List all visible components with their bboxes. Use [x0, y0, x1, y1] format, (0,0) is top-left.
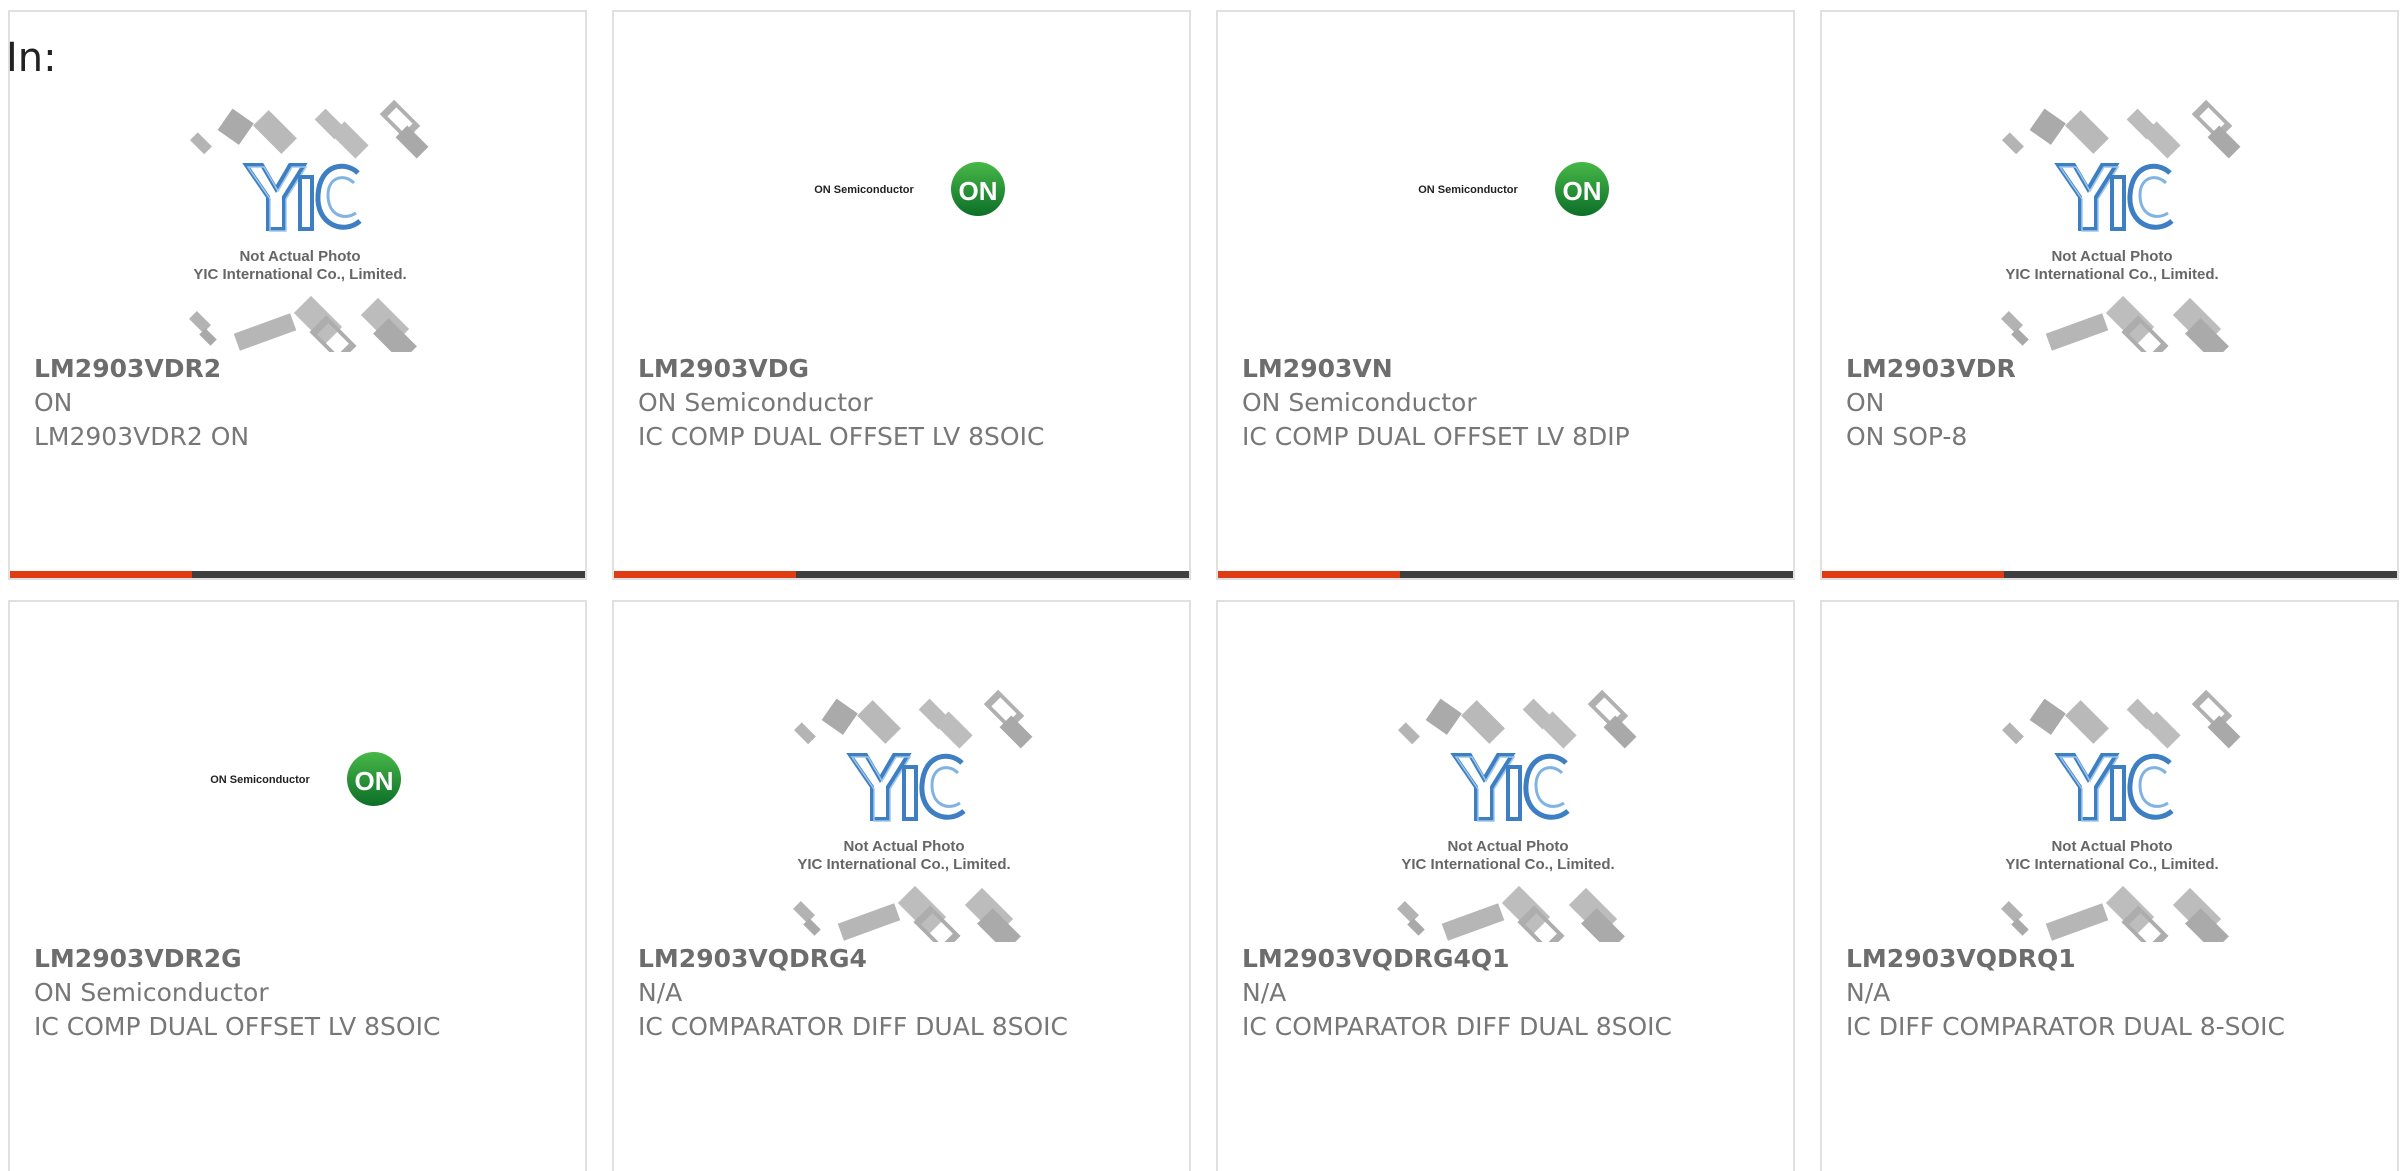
photo-caption: YIC International Co., Limited. [1401, 856, 1614, 873]
on-semiconductor-logo: ON Semiconductor ON [10, 602, 585, 942]
product-card[interactable]: ON Semiconductor ON LM2903VDG ON Semicon… [612, 10, 1191, 580]
yic-photo-placeholder: Not Actual Photo YIC International Co., … [10, 12, 585, 352]
on-badge: ON [959, 176, 998, 206]
on-semiconductor-logo: ON Semiconductor ON [614, 12, 1189, 352]
photo-caption: Not Actual Photo [1447, 838, 1568, 855]
description: IC COMP DUAL OFFSET LV 8SOIC [638, 422, 1045, 451]
description: IC DIFF COMPARATOR DUAL 8-SOIC [1846, 1012, 2286, 1041]
photo-caption: Not Actual Photo [843, 838, 964, 855]
product-card[interactable]: Not Actual Photo YIC International Co., … [1820, 10, 2399, 580]
manufacturer: ON Semiconductor [1242, 388, 1477, 417]
card-accent-bar [1218, 571, 1793, 578]
part-number[interactable]: LM2903VDR2 [34, 352, 561, 386]
manufacturer: ON [1846, 388, 1885, 417]
yic-photo-placeholder: Not Actual Photo YIC International Co., … [1822, 602, 2397, 942]
manufacturer: ON [34, 388, 73, 417]
logo-text: ON Semiconductor [210, 774, 310, 786]
on-badge: ON [1563, 176, 1602, 206]
part-number[interactable]: LM2903VQDRG4Q1 [1242, 942, 1769, 976]
photo-caption: YIC International Co., Limited. [2005, 856, 2218, 873]
yic-photo-placeholder: Not Actual Photo YIC International Co., … [1822, 12, 2397, 352]
part-number[interactable]: LM2903VDR [1846, 352, 2373, 386]
logo-text: ON Semiconductor [1418, 184, 1518, 196]
on-semiconductor-logo: ON Semiconductor ON [1218, 12, 1793, 352]
manufacturer: N/A [638, 978, 683, 1007]
part-number[interactable]: LM2903VDG [638, 352, 1165, 386]
photo-caption: YIC International Co., Limited. [193, 266, 406, 283]
card-accent-bar [10, 571, 585, 578]
part-number[interactable]: LM2903VN [1242, 352, 1769, 386]
manufacturer: ON Semiconductor [34, 978, 269, 1007]
manufacturer: N/A [1846, 978, 1891, 1007]
photo-caption: Not Actual Photo [2051, 248, 2172, 265]
photo-caption: Not Actual Photo [2051, 838, 2172, 855]
description: ON SOP-8 [1846, 422, 1968, 451]
description: IC COMP DUAL OFFSET LV 8SOIC [34, 1012, 441, 1041]
part-number[interactable]: LM2903VQDRQ1 [1846, 942, 2373, 976]
part-number[interactable]: LM2903VQDRG4 [638, 942, 1165, 976]
description: IC COMPARATOR DIFF DUAL 8SOIC [1242, 1012, 1672, 1041]
part-number[interactable]: LM2903VDR2G [34, 942, 561, 976]
product-card[interactable]: Not Actual Photo YIC International Co., … [1216, 600, 1795, 1171]
photo-caption: YIC International Co., Limited. [797, 856, 1010, 873]
card-accent-bar [614, 571, 1189, 578]
product-card[interactable]: Not Actual Photo YIC International Co., … [8, 10, 587, 580]
card-accent-bar [1822, 571, 2397, 578]
manufacturer: ON Semiconductor [638, 388, 873, 417]
description: LM2903VDR2 ON [34, 422, 250, 451]
yic-photo-placeholder: Not Actual Photo YIC International Co., … [614, 602, 1189, 942]
product-card[interactable]: ON Semiconductor ON LM2903VN ON Semicond… [1216, 10, 1795, 580]
description: IC COMP DUAL OFFSET LV 8DIP [1242, 422, 1630, 451]
product-card[interactable]: Not Actual Photo YIC International Co., … [612, 600, 1191, 1171]
product-card[interactable]: Not Actual Photo YIC International Co., … [1820, 600, 2399, 1171]
logo-text: ON Semiconductor [814, 184, 914, 196]
manufacturer: N/A [1242, 978, 1287, 1007]
product-card[interactable]: ON Semiconductor ON LM2903VDR2G ON Semic… [8, 600, 587, 1171]
product-grid: Not Actual Photo YIC International Co., … [8, 10, 2400, 1171]
prefix-label: In: [6, 35, 57, 81]
on-badge: ON [355, 766, 394, 796]
description: IC COMPARATOR DIFF DUAL 8SOIC [638, 1012, 1068, 1041]
yic-photo-placeholder: Not Actual Photo YIC International Co., … [1218, 602, 1793, 942]
photo-caption: YIC International Co., Limited. [2005, 266, 2218, 283]
photo-caption: Not Actual Photo [239, 248, 360, 265]
